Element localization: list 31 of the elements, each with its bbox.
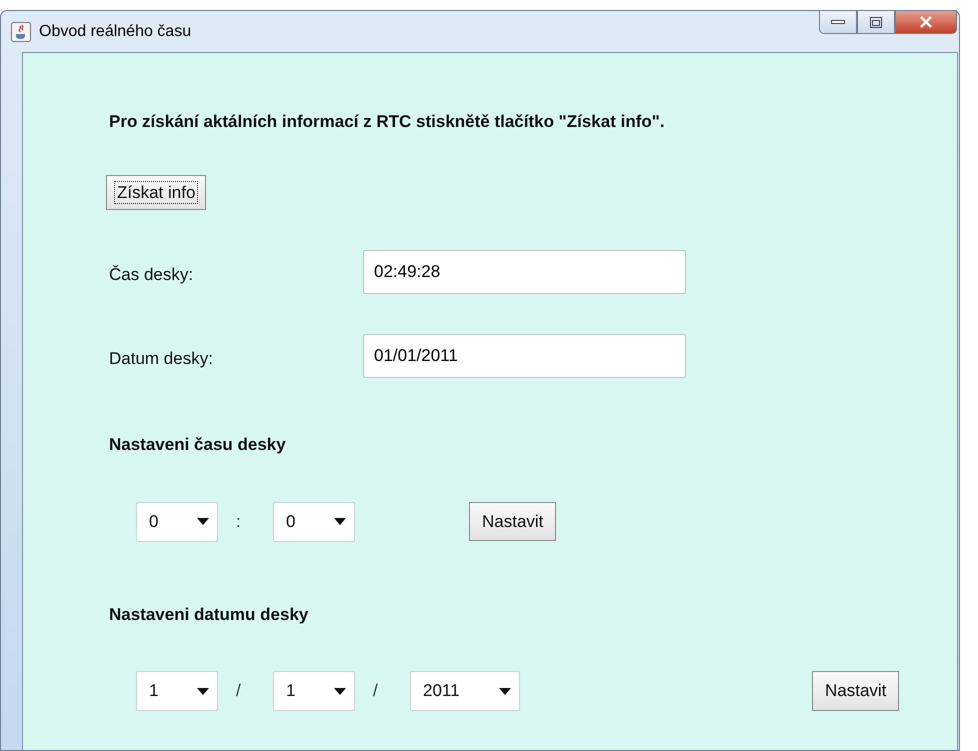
section-heading: Nastaveni datumu desky [109, 604, 310, 626]
get-info-button[interactable]: Získat info [106, 174, 206, 210]
instruction-text: Pro získání aktálních informací z RTC stisknětě tlačítko "Získat info". [109, 111, 666, 133]
set-button[interactable]: Nastavit [469, 502, 556, 542]
field-label: Čas desky: [109, 264, 194, 286]
dropdown-arrow-icon [197, 688, 209, 694]
dropdown[interactable]: 1 [136, 671, 218, 711]
dropdown-arrow-icon [334, 518, 346, 525]
dropdown[interactable]: 2011 [410, 671, 520, 711]
field-label: Datum desky: [109, 348, 214, 370]
java-cup-icon [11, 22, 31, 42]
dropdown-arrow-icon [499, 688, 511, 694]
window-title: Obvod reálného času [39, 22, 192, 42]
separator-text: / [373, 680, 379, 702]
close-icon [919, 16, 933, 28]
section-heading: Nastaveni času desky [109, 434, 287, 456]
dropdown-arrow-icon [197, 518, 209, 525]
set-button[interactable]: Nastavit [812, 671, 900, 711]
maximize-icon [870, 16, 882, 28]
dropdown[interactable]: 0 [273, 502, 355, 542]
separator-text: / [236, 680, 242, 702]
maximize-button[interactable] [857, 10, 895, 34]
separator-text: : [236, 510, 242, 533]
dropdown[interactable]: 1 [273, 671, 355, 711]
dropdown[interactable]: 0 [136, 502, 218, 542]
close-button[interactable] [895, 10, 957, 34]
text-field[interactable]: 02:49:28 [363, 250, 686, 294]
dropdown-arrow-icon [334, 688, 346, 694]
minimize-icon [831, 19, 845, 25]
minimize-button[interactable] [819, 10, 857, 34]
text-field[interactable]: 01/01/2011 [363, 334, 686, 378]
